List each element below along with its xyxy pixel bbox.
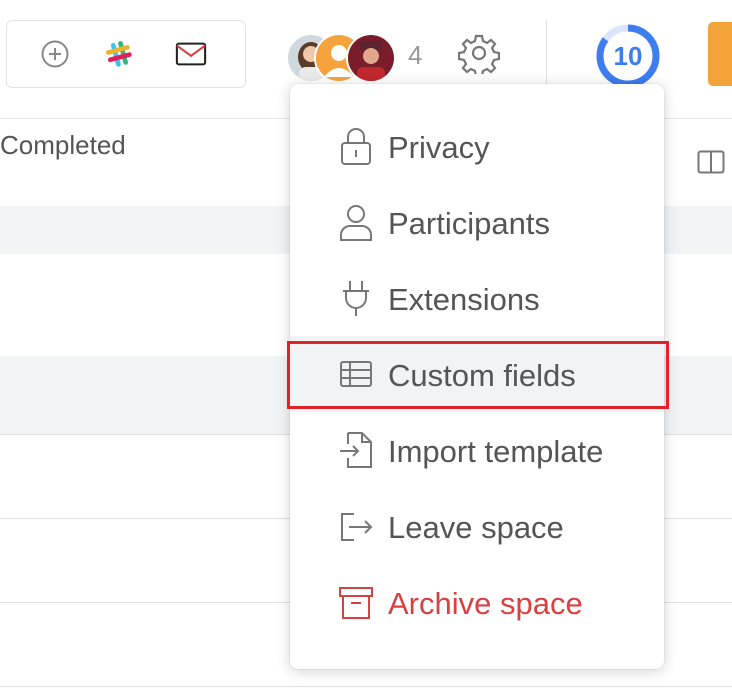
menu-item-label: Privacy (388, 130, 490, 165)
menu-item-label: Custom fields (388, 358, 576, 393)
primary-action-button[interactable] (708, 22, 732, 86)
space-settings-menu: Privacy Participants Extensions Custom f… (290, 84, 664, 669)
import-file-icon (340, 432, 372, 468)
mail-icon (175, 42, 207, 66)
columns-icon (697, 150, 725, 174)
progress-badge-value: 10 (613, 40, 643, 71)
menu-item-archive-space[interactable]: Archive space (290, 564, 664, 640)
toolbar-divider (546, 20, 547, 86)
participant-count[interactable]: 4 (408, 40, 422, 71)
menu-item-privacy[interactable]: Privacy (290, 108, 664, 184)
email-button[interactable] (175, 38, 207, 70)
settings-button[interactable] (457, 32, 501, 78)
archive-icon (339, 587, 373, 619)
column-header-completed[interactable]: Completed (0, 130, 126, 161)
menu-item-label: Leave space (388, 510, 564, 545)
table-icon (340, 361, 372, 387)
integration-toolbar (6, 20, 246, 88)
menu-item-label: Participants (388, 206, 550, 241)
slack-icon (106, 41, 132, 67)
user-icon (340, 205, 372, 241)
gear-icon (457, 34, 501, 78)
lock-icon (341, 128, 371, 165)
add-integration-button[interactable] (39, 38, 71, 70)
plug-icon (343, 281, 369, 316)
avatar (346, 33, 396, 83)
menu-item-label: Archive space (388, 586, 583, 621)
participant-avatars[interactable] (286, 33, 406, 83)
menu-item-participants[interactable]: Participants (290, 184, 664, 260)
menu-item-import-template[interactable]: Import template (290, 412, 664, 488)
slack-button[interactable] (103, 38, 135, 70)
exit-icon (341, 513, 373, 541)
row-divider (0, 686, 732, 687)
menu-item-label: Extensions (388, 282, 540, 317)
plus-circle-icon (41, 40, 69, 68)
menu-item-leave-space[interactable]: Leave space (290, 488, 664, 564)
menu-item-custom-fields[interactable]: Custom fields (290, 336, 664, 412)
menu-item-label: Import template (388, 434, 604, 469)
progress-badge[interactable]: 10 (596, 24, 660, 88)
menu-item-extensions[interactable]: Extensions (290, 260, 664, 336)
column-toggle-button[interactable] (697, 150, 725, 174)
